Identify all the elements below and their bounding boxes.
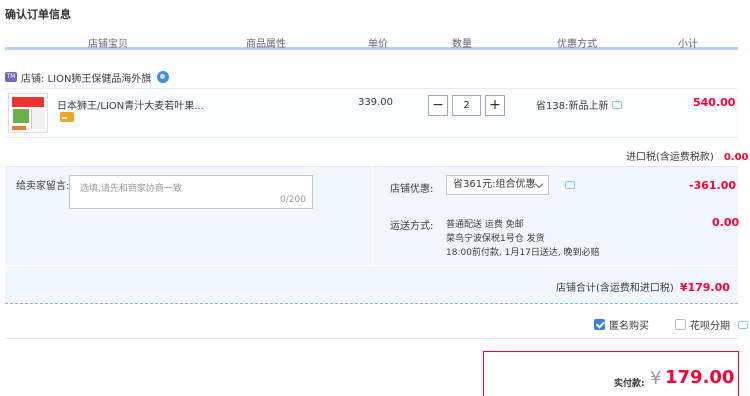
item-subtotal: 540.00: [693, 96, 736, 109]
item-discount: 省138:新品上新: [536, 97, 623, 112]
payment-currency: ¥: [650, 368, 662, 389]
payment-label: 实付款:: [614, 379, 645, 389]
product-thumbnail[interactable]: [8, 93, 48, 133]
huabei-installment[interactable]: 花呗分期: [675, 317, 748, 332]
col-subtotal: 小计: [678, 39, 698, 50]
shipping-value: 0.00: [712, 216, 740, 229]
col-shop-items: 店铺宝贝: [88, 39, 128, 50]
decrease-button[interactable]: −: [428, 95, 448, 116]
chat-bubble-icon[interactable]: [738, 320, 748, 329]
credit-card-icon: [60, 112, 74, 122]
unit-price: 339.00: [358, 97, 393, 108]
coupon-value: -361.00: [689, 179, 737, 192]
chat-bubble-icon[interactable]: [612, 100, 623, 109]
shop-name[interactable]: 店铺: LION狮王保健品海外旗: [21, 70, 151, 85]
import-tax: 进口税(含运费税款) 0.00: [626, 148, 749, 163]
coupon-select[interactable]: 省361元:组合优惠: [446, 175, 549, 195]
coupon-selected: 省361元:组合优惠: [453, 179, 536, 190]
shipping-method: 普通配送 运费 免邮: [446, 220, 524, 230]
message-char-count: 0/200: [280, 195, 306, 205]
col-quantity: 数量: [452, 39, 472, 50]
coupon-chat[interactable]: [561, 181, 575, 189]
anonymous-label[interactable]: 匿名购买: [609, 317, 649, 332]
col-unit-price: 单价: [368, 39, 388, 50]
payment-amount: 179.00: [665, 367, 735, 388]
shipping-label: 运送方式:: [390, 221, 434, 232]
chat-bubble-icon[interactable]: [565, 181, 575, 189]
quantity-stepper: − 2 +: [428, 95, 505, 116]
huabei-label[interactable]: 花呗分期: [690, 317, 730, 332]
anonymous-checkbox[interactable]: [594, 319, 605, 330]
discount-label: 省138:新品上新: [536, 101, 609, 112]
column-header: 店铺宝贝 商品属性 单价 数量 优惠方式 小计: [5, 32, 738, 50]
shop-tag-icon: TM: [5, 72, 17, 82]
import-tax-value: 0.00: [723, 152, 749, 163]
message-placeholder: 选填,请先和商家协商一致: [80, 184, 182, 194]
shipping-warehouse: 菜鸟宁波保税1号仓 发货: [446, 234, 545, 244]
quantity-input[interactable]: 2: [452, 95, 481, 116]
shop-row: TM 店铺: LION狮王保健品海外旗: [5, 70, 170, 85]
col-attributes: 商品属性: [246, 39, 286, 50]
huabei-checkbox[interactable]: [675, 319, 686, 330]
increase-button[interactable]: +: [485, 95, 505, 116]
shipping-eta: 18:00前付款, 1月17日送达, 晚到必赔: [446, 248, 600, 258]
page-title: 确认订单信息: [5, 8, 71, 21]
shop-total-label: 店铺合计(含运费和进口税): [556, 283, 674, 294]
message-label: 给卖家留言:: [16, 181, 70, 192]
anonymous-purchase[interactable]: 匿名购买: [594, 317, 649, 332]
shop-total-value: ¥179.00: [679, 281, 730, 294]
col-discount: 优惠方式: [557, 39, 597, 50]
coupon-label: 店铺优惠:: [390, 184, 434, 195]
import-tax-label: 进口税(含运费税款): [626, 152, 714, 163]
chevron-down-icon: [534, 179, 544, 189]
shop-total: 店铺合计(含运费和进口税) ¥179.00: [556, 279, 730, 294]
order-item-row: [5, 88, 738, 138]
wangwang-icon[interactable]: [157, 71, 170, 83]
product-title[interactable]: 日本狮王/LION青汁大麦若叶果...: [57, 97, 204, 112]
